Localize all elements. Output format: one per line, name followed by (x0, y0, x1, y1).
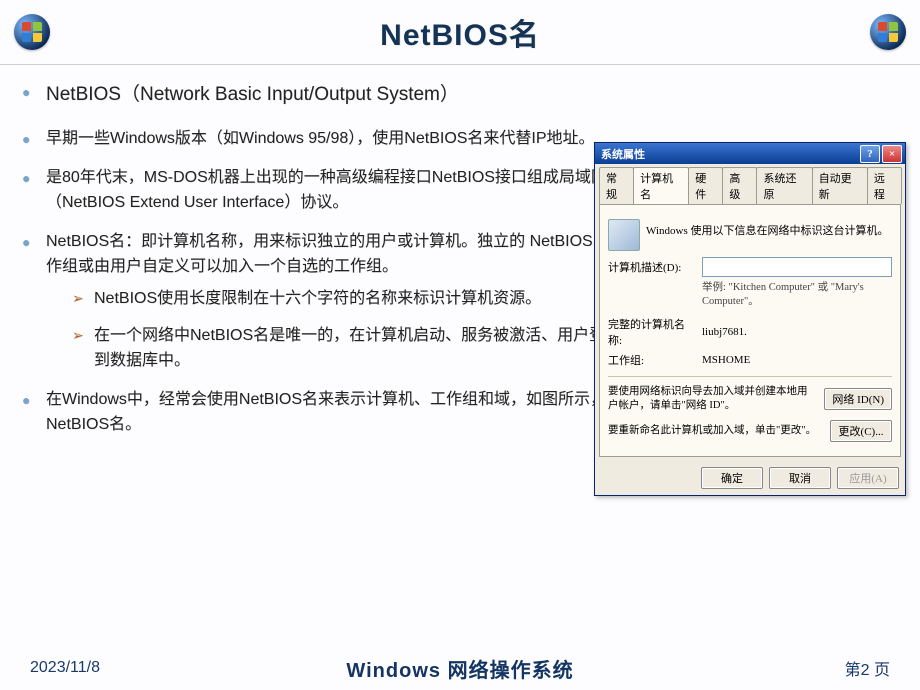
help-icon[interactable]: ? (860, 145, 880, 163)
footer-title: Windows 网络操作系统 (0, 654, 920, 683)
desc-label: 计算机描述(D): (608, 259, 698, 275)
windows-logo-icon (870, 14, 906, 50)
dialog-intro: Windows 使用以下信息在网络中标识这台计算机。 (646, 219, 888, 238)
computer-description-input[interactable] (702, 257, 892, 277)
tab-5[interactable]: 自动更新 (812, 167, 868, 204)
network-id-button[interactable]: 网络 ID(N) (824, 388, 892, 410)
bullet-text: NetBIOS（Network Basic Input/Output Syste… (46, 84, 459, 105)
ok-button[interactable]: 确定 (701, 467, 763, 489)
apply-button[interactable]: 应用(A) (837, 467, 899, 489)
dialog-footer: 确定 取消 应用(A) (595, 461, 905, 495)
dialog-body: Windows 使用以下信息在网络中标识这台计算机。 计算机描述(D): 举例:… (599, 204, 901, 457)
cancel-button[interactable]: 取消 (769, 467, 831, 489)
change-text: 要重新命名此计算机或加入域，单击"更改"。 (608, 424, 822, 438)
tab-3[interactable]: 高级 (722, 167, 757, 204)
slide-title: NetBIOS名 (0, 10, 920, 54)
tab-4[interactable]: 系统还原 (756, 167, 812, 204)
system-properties-dialog: 系统属性 ? × 常规计算机名硬件高级系统还原自动更新远程 Windows 使用… (594, 142, 906, 496)
workgroup-value: MSHOME (702, 354, 750, 366)
dialog-tabs: 常规计算机名硬件高级系统还原自动更新远程 (595, 164, 905, 204)
close-icon[interactable]: × (882, 145, 902, 163)
change-button[interactable]: 更改(C)... (830, 420, 892, 442)
tab-0[interactable]: 常规 (599, 167, 634, 204)
dialog-titlebar: 系统属性 ? × (595, 143, 905, 164)
bullet-item: NetBIOS（Network Basic Input/Output Syste… (20, 80, 906, 109)
netid-text: 要使用网络标识向导去加入域并创建本地用户帐户，请单击"网络 ID"。 (608, 385, 816, 413)
tab-1[interactable]: 计算机名 (633, 167, 689, 204)
tab-6[interactable]: 远程 (867, 167, 902, 204)
workgroup-label: 工作组: (608, 352, 698, 368)
computer-icon (608, 219, 640, 251)
slide-footer: 2023/11/8 Windows 网络操作系统 第2 页 (0, 646, 920, 690)
dialog-title: 系统属性 (601, 146, 645, 162)
slide-header: NetBIOS名 (0, 0, 920, 65)
fullname-value: liubj7681. (702, 326, 747, 338)
tab-2[interactable]: 硬件 (688, 167, 723, 204)
windows-logo-icon (14, 14, 50, 50)
fullname-label: 完整的计算机名称: (608, 316, 698, 348)
desc-hint: 举例: "Kitchen Computer" 或 "Mary's Compute… (702, 281, 892, 308)
slide-content: NetBIOS（Network Basic Input/Output Syste… (14, 80, 906, 640)
bullet-text: 早期一些Windows版本（如Windows 95/98），使用NetBIOS名… (46, 130, 595, 147)
